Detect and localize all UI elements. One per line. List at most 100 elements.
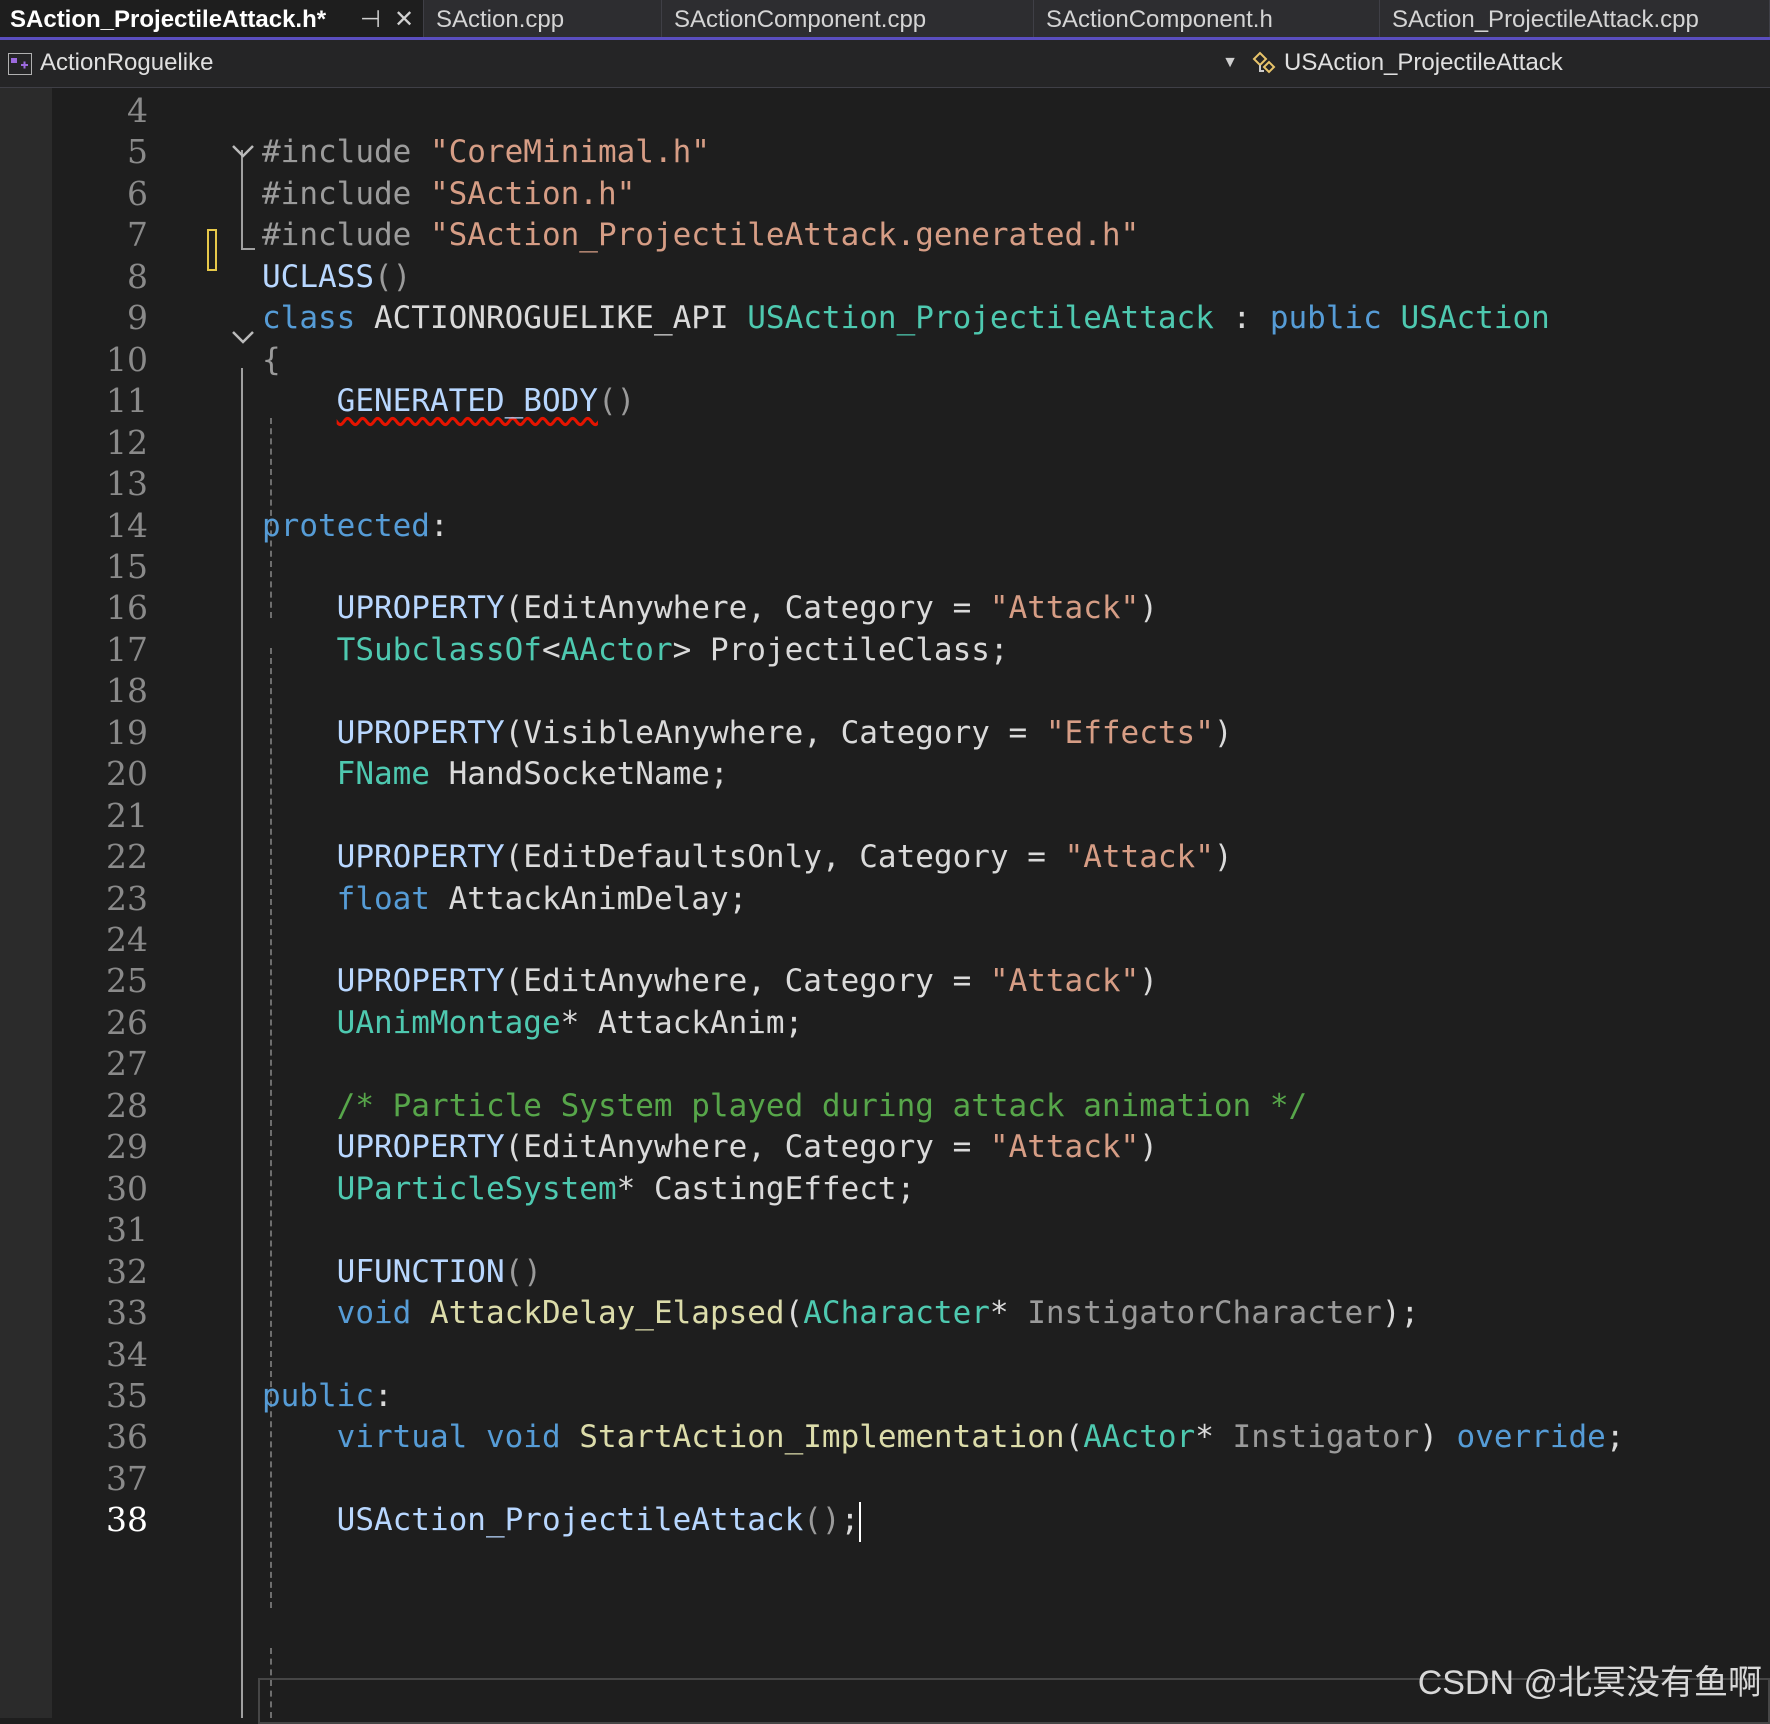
tab-label: SAction_ProjectileAttack.cpp: [1392, 6, 1699, 33]
code-line[interactable]: 4: [0, 88, 1770, 135]
line-number: 10: [106, 339, 148, 379]
line-number: 21: [106, 795, 148, 835]
tab-saction-projectileattack-h[interactable]: SAction_ProjectileAttack.h* ⊣ ✕: [0, 0, 424, 37]
line-number: 20: [106, 754, 148, 794]
code-line[interactable]: 13: [0, 461, 1770, 508]
code-token: public: [1269, 300, 1401, 337]
code-line[interactable]: 22 UPROPERTY(EditDefaultsOnly, Category …: [0, 834, 1770, 881]
code-text: public:: [262, 1373, 393, 1419]
code-token: UCLASS: [262, 258, 374, 295]
code-line[interactable]: 11 GENERATED_BODY(): [0, 378, 1770, 425]
code-text: GENERATED_BODY(): [262, 378, 636, 424]
code-line[interactable]: 32 UFUNCTION(): [0, 1249, 1770, 1296]
line-number: 23: [106, 878, 148, 918]
code-line[interactable]: 36 virtual void StartAction_Implementati…: [0, 1414, 1770, 1461]
code-token: UPROPERTY: [336, 963, 505, 1000]
code-line[interactable]: 37: [0, 1456, 1770, 1503]
code-token: "Attack": [1064, 839, 1214, 876]
code-text: UPROPERTY(EditAnywhere, Category = "Atta…: [262, 1124, 1158, 1170]
code-token: void: [336, 1295, 430, 1332]
close-icon[interactable]: ✕: [394, 0, 414, 37]
tab-label: SAction.cpp: [436, 6, 565, 33]
code-token: "SAction.h": [429, 175, 636, 212]
line-number: 34: [106, 1334, 148, 1374]
line-number: 29: [106, 1127, 148, 1167]
line-number: 11: [106, 381, 148, 421]
code-text: UPROPERTY(EditDefaultsOnly, Category = "…: [262, 834, 1233, 880]
code-text: /* Particle System played during attack …: [262, 1083, 1308, 1129]
project-icon: [8, 52, 32, 75]
code-editor[interactable]: 4 5 #include "CoreMinimal.h" 6 #include "SAc…: [0, 88, 1770, 1724]
code-token: :: [429, 507, 449, 544]
code-token: ;: [1605, 1419, 1625, 1456]
code-line[interactable]: 35 public:: [0, 1373, 1770, 1420]
tab-sactioncomponent-cpp[interactable]: SActionComponent.cpp: [664, 0, 1034, 37]
tab-saction-cpp[interactable]: SAction.cpp: [426, 0, 662, 37]
line-number: 26: [106, 1002, 148, 1042]
code-token: UFUNCTION: [336, 1253, 505, 1290]
code-token: (): [373, 258, 412, 295]
code-token: USAction_ProjectileAttack: [336, 1502, 804, 1539]
code-line[interactable]: 26 UAnimMontage* AttackAnim;: [0, 1000, 1770, 1047]
code-line[interactable]: 34: [0, 1332, 1770, 1379]
code-token: );: [1381, 1295, 1420, 1332]
code-token: USAction_ProjectileAttack: [747, 300, 1214, 337]
code-token: #include: [262, 134, 430, 171]
code-token: "SAction_ProjectileAttack.generated.h": [429, 217, 1140, 254]
code-text: UPROPERTY(VisibleAnywhere, Category = "E…: [262, 710, 1233, 756]
code-line[interactable]: 17 TSubclassOf<AActor> ProjectileClass;: [0, 627, 1770, 674]
code-token: UAnimMontage: [336, 1004, 561, 1041]
code-line[interactable]: 5 #include "CoreMinimal.h": [0, 129, 1770, 176]
line-number: 36: [106, 1417, 148, 1457]
code-token: ): [1139, 963, 1158, 1000]
code-line[interactable]: 25 UPROPERTY(EditAnywhere, Category = "A…: [0, 958, 1770, 1005]
code-line[interactable]: 7 #include "SAction_ProjectileAttack.gene…: [0, 212, 1770, 259]
code-line[interactable]: 16 UPROPERTY(EditAnywhere, Category = "A…: [0, 585, 1770, 632]
scope-name: USAction_ProjectileAttack: [1284, 49, 1563, 76]
line-number: 17: [106, 629, 148, 669]
code-line[interactable]: 19 UPROPERTY(VisibleAnywhere, Category =…: [0, 710, 1770, 757]
code-token: Instigator: [1232, 1419, 1420, 1456]
code-line[interactable]: 23 float AttackAnimDelay;: [0, 876, 1770, 923]
line-number: 35: [106, 1375, 148, 1415]
line-number: 37: [106, 1458, 148, 1498]
code-line[interactable]: 27: [0, 1041, 1770, 1088]
code-line[interactable]: 24: [0, 917, 1770, 964]
navigation-bar: ActionRoguelike ▼ USAction_ProjectileAtt…: [0, 40, 1770, 88]
code-line[interactable]: 15: [0, 544, 1770, 591]
code-line[interactable]: 10 {: [0, 337, 1770, 384]
code-token: AActor: [1083, 1419, 1196, 1456]
scope-dropdown[interactable]: USAction_ProjectileAttack: [1250, 46, 1563, 80]
code-line[interactable]: 29 UPROPERTY(EditAnywhere, Category = "A…: [0, 1124, 1770, 1171]
line-number: 38: [106, 1500, 148, 1540]
project-dropdown[interactable]: ActionRoguelike ▼: [8, 46, 1238, 80]
code-token: (): [803, 1502, 841, 1539]
code-line[interactable]: 18: [0, 668, 1770, 715]
code-line[interactable]: 8 UCLASS(): [0, 254, 1770, 301]
code-line[interactable]: 14 protected:: [0, 503, 1770, 550]
code-line[interactable]: 6 #include "SAction.h": [0, 171, 1770, 218]
project-name: ActionRoguelike: [40, 49, 214, 76]
code-line[interactable]: 21: [0, 793, 1770, 840]
tab-saction-projectileattack-cpp[interactable]: SAction_ProjectileAttack.cpp: [1382, 0, 1770, 37]
code-line[interactable]: 30 UParticleSystem* CastingEffect;: [0, 1166, 1770, 1213]
line-number: 22: [106, 837, 148, 877]
pin-icon[interactable]: ⊣: [360, 0, 381, 37]
code-line[interactable]: 31: [0, 1207, 1770, 1254]
code-token: (EditDefaultsOnly, Category =: [504, 839, 1065, 876]
line-number: 19: [106, 712, 148, 752]
tab-sactioncomponent-h[interactable]: SActionComponent.h: [1036, 0, 1380, 37]
code-line[interactable]: 38 USAction_ProjectileAttack();: [0, 1497, 1770, 1544]
code-token: (EditAnywhere, Category =: [504, 590, 990, 627]
code-token: "CoreMinimal.h": [429, 134, 710, 171]
code-line[interactable]: 12: [0, 420, 1770, 467]
code-line[interactable]: 28 /* Particle System played during atta…: [0, 1083, 1770, 1130]
code-line[interactable]: 33 void AttackDelay_Elapsed(ACharacter* …: [0, 1290, 1770, 1337]
code-line[interactable]: 20 FName HandSocketName;: [0, 751, 1770, 798]
code-line[interactable]: 9 class ACTIONROGUELIKE_API USAction_Proj…: [0, 295, 1770, 342]
chevron-down-icon[interactable]: ▼: [1222, 46, 1238, 80]
